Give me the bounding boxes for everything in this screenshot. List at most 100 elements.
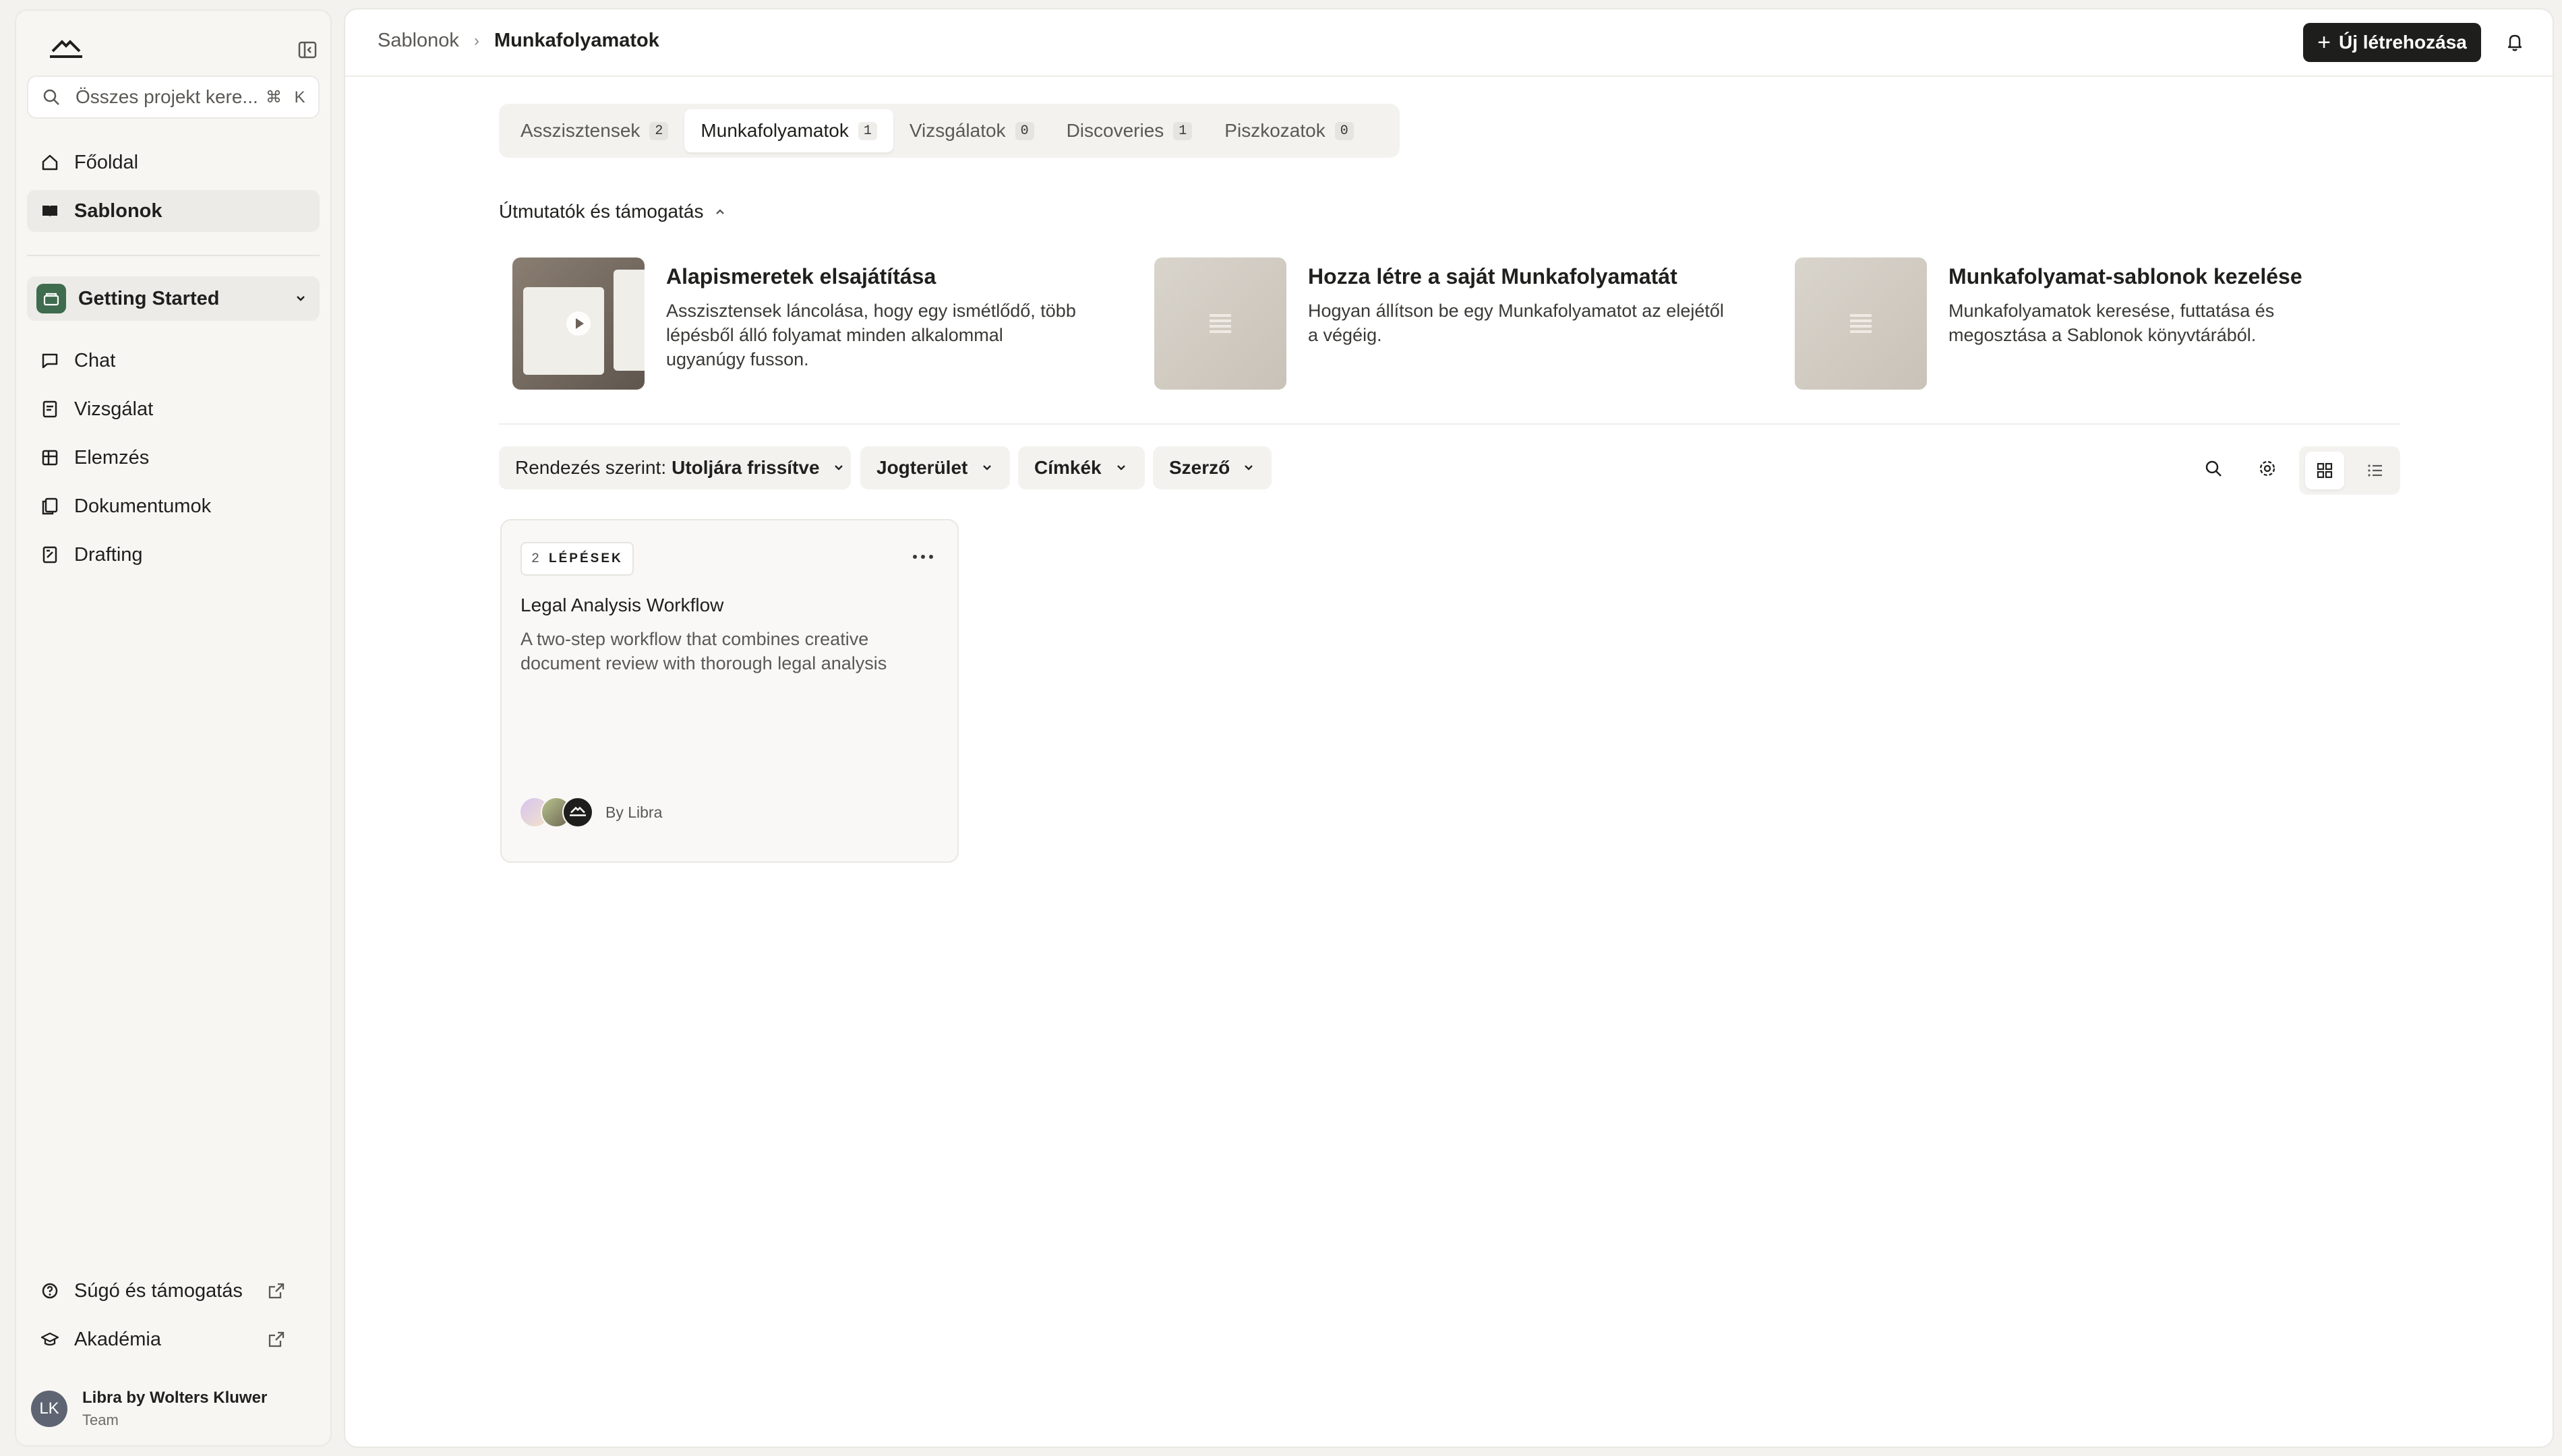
settings-gear-icon[interactable] <box>2256 457 2279 480</box>
tags-filter[interactable]: Címkék <box>1018 446 1145 489</box>
project-search-input[interactable] <box>74 86 266 109</box>
nav-item-label: Dokumentumok <box>74 495 212 517</box>
table-icon <box>39 447 61 468</box>
chevron-up-icon <box>713 204 727 219</box>
tab-label: Asszisztensek <box>520 120 640 141</box>
chevron-down-icon <box>291 289 310 308</box>
guides-title: Útmutatók és támogatás <box>499 201 704 222</box>
nav-item-documents[interactable]: Dokumentumok <box>27 485 320 527</box>
create-new-label: Új létrehozása <box>2339 32 2467 53</box>
chat-icon <box>39 350 61 371</box>
workflow-description: A two-step workflow that combines creati… <box>520 629 887 673</box>
documents-icon <box>39 495 61 517</box>
guide-description: Munkafolyamatok keresése, futtatása és m… <box>1948 301 2275 345</box>
nav-item-templates[interactable]: Sablonok <box>27 190 320 232</box>
filter-label: Jogterület <box>876 457 968 478</box>
book-icon <box>39 200 61 222</box>
tab-reviews[interactable]: Vizsgálatok 0 <box>893 109 1050 152</box>
chevron-down-icon <box>1242 460 1255 476</box>
sidebar-collapse-icon[interactable] <box>295 38 320 62</box>
tab-count: 0 <box>1334 121 1354 140</box>
avatar: LK <box>31 1391 67 1427</box>
filter-label: Címkék <box>1034 457 1102 478</box>
workflow-card[interactable]: 2 LÉPÉSEK Legal Analysis Workflow A two-… <box>500 519 959 863</box>
external-link-icon <box>266 1280 287 1302</box>
user-profile[interactable]: LK Libra by Wolters Kluwer Team <box>31 1389 267 1429</box>
sort-dropdown[interactable]: Rendezés szerint: Utoljára frissítve <box>499 446 851 489</box>
guide-thumbnail <box>1154 257 1286 390</box>
search-icon <box>42 86 61 108</box>
guide-description: Asszisztensek láncolása, hogy egy ismétl… <box>666 301 1076 369</box>
tab-count: 2 <box>649 121 669 140</box>
notification-bell-icon[interactable] <box>2503 30 2527 54</box>
nav-item-chat[interactable]: Chat <box>27 340 320 382</box>
grid-view-icon <box>2315 461 2334 480</box>
filter-label: Szerző <box>1169 457 1230 478</box>
document-lines-icon <box>1207 311 1234 336</box>
nav-item-help[interactable]: Súgó és támogatás <box>27 1270 320 1312</box>
tab-discoveries[interactable]: Discoveries 1 <box>1050 109 1209 152</box>
project-search[interactable]: ⌘ K <box>27 75 320 119</box>
more-options-icon[interactable] <box>910 549 936 565</box>
tab-assistants[interactable]: Asszisztensek 2 <box>504 109 684 152</box>
steps-label: LÉPÉSEK <box>549 551 623 566</box>
jurisdiction-filter[interactable]: Jogterület <box>860 446 1010 489</box>
breadcrumb-templates-link[interactable]: Sablonok <box>378 30 459 52</box>
nav-item-label: Akadémia <box>74 1328 161 1350</box>
guide-card-manage-templates[interactable]: Munkafolyamat-sablonok kezelése Munkafol… <box>1795 257 2366 390</box>
sort-label: Rendezés szerint: <box>515 457 667 478</box>
author-filter[interactable]: Szerző <box>1153 446 1272 489</box>
tab-count: 0 <box>1015 121 1034 140</box>
external-link-icon <box>266 1329 287 1350</box>
nav-item-label: Súgó és támogatás <box>74 1279 243 1302</box>
guide-card-basics[interactable]: Alapismeretek elsajátítása Asszisztensek… <box>512 257 1084 390</box>
guides-toggle[interactable]: Útmutatók és támogatás <box>499 201 727 222</box>
grid-view-button[interactable] <box>2304 452 2344 489</box>
home-icon <box>39 152 61 173</box>
project-selector[interactable]: Getting Started <box>27 276 320 321</box>
nav-item-review[interactable]: Vizsgálat <box>27 388 320 430</box>
review-icon <box>39 398 61 420</box>
nav-item-academy[interactable]: Akadémia <box>27 1318 320 1360</box>
academy-icon <box>39 1329 61 1350</box>
view-toggle <box>2299 446 2400 495</box>
sort-value: Utoljára frissítve <box>672 457 820 478</box>
thumbnail-preview-panel <box>523 287 604 375</box>
nav-item-label: Chat <box>74 349 116 371</box>
guide-title: Hozza létre a saját Munkafolyamatát <box>1308 264 1677 289</box>
sidebar-divider <box>27 255 320 256</box>
author-name: By Libra <box>605 803 663 821</box>
nav-item-analysis[interactable]: Elemzés <box>27 437 320 479</box>
nav-item-label: Drafting <box>74 543 143 566</box>
app-window: ⌘ K Főoldal Sablonok Getting Started <box>0 0 2562 1456</box>
guide-title: Munkafolyamat-sablonok kezelése <box>1948 264 2302 289</box>
workflow-title: Legal Analysis Workflow <box>520 595 724 615</box>
chevron-down-icon <box>980 460 994 476</box>
tab-workflows[interactable]: Munkafolyamatok 1 <box>684 109 893 152</box>
nav-item-drafting[interactable]: Drafting <box>27 534 320 576</box>
nav-item-label: Főoldal <box>74 151 139 173</box>
section-divider <box>499 423 2400 425</box>
search-icon[interactable] <box>2202 457 2225 480</box>
tab-label: Vizsgálatok <box>909 120 1006 141</box>
nav-item-home[interactable]: Főoldal <box>27 142 320 183</box>
nav-item-label: Vizsgálat <box>74 398 154 420</box>
template-type-tabs: Asszisztensek 2 Munkafolyamatok 1 Vizsgá… <box>499 104 1400 158</box>
tab-label: Munkafolyamatok <box>701 120 849 141</box>
tab-drafts[interactable]: Piszkozatok 0 <box>1208 109 1369 152</box>
breadcrumb: Sablonok › Munkafolyamatok <box>378 30 659 52</box>
list-view-button[interactable] <box>2356 452 2395 489</box>
create-new-button[interactable]: + Új létrehozása <box>2303 23 2481 62</box>
guide-card-create-workflow[interactable]: Hozza létre a saját Munkafolyamatát Hogy… <box>1154 257 1726 390</box>
workflow-author: By Libra <box>519 797 662 828</box>
libra-logo-icon[interactable] <box>47 36 85 65</box>
user-team: Team <box>82 1412 119 1428</box>
breadcrumb-current: Munkafolyamatok <box>494 30 659 51</box>
thumbnail-preview-panel <box>614 270 645 371</box>
list-view-icon <box>2366 461 2385 480</box>
chevron-down-icon <box>832 460 845 476</box>
chevron-down-icon <box>1114 460 1129 476</box>
help-icon <box>39 1280 61 1302</box>
header-divider <box>345 75 2553 77</box>
guide-video-thumbnail <box>512 257 645 390</box>
